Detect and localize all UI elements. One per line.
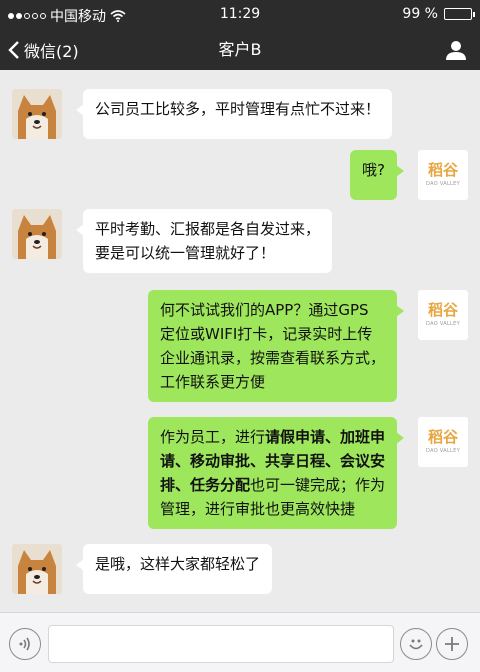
voice-icon bbox=[19, 637, 30, 651]
company-avatar[interactable]: 稻谷 DAO VALLEY bbox=[418, 417, 468, 467]
company-avatar[interactable]: 稻谷 DAO VALLEY bbox=[418, 290, 468, 340]
message-line: 请、移动审批、共享日程、会议安 bbox=[160, 449, 385, 473]
logo-subtext: DAO VALLEY bbox=[426, 448, 460, 454]
voice-button[interactable] bbox=[9, 628, 41, 660]
message-row: 哦? 稻谷 DAO VALLEY bbox=[350, 150, 468, 200]
message-line: 工作联系更方便 bbox=[159, 373, 265, 391]
message-input[interactable] bbox=[48, 625, 394, 663]
message-line: 排、任务分配也可一键完成；作为 bbox=[160, 473, 385, 497]
message-line: 要是可以统一管理就好了！ bbox=[95, 244, 276, 262]
battery-percent: 99 % bbox=[402, 6, 438, 22]
chat-title: 客户B bbox=[218, 40, 262, 59]
message-highlight: 请假申请、加班申 bbox=[264, 428, 385, 446]
profile-icon[interactable] bbox=[444, 38, 468, 62]
message-bubble[interactable]: 作为员工，进行请假申请、加班申 请、移动审批、共享日程、会议安 排、任务分配也可… bbox=[147, 417, 405, 529]
message-bubble[interactable]: 哦? bbox=[350, 150, 404, 200]
message-text: 管理，进行审批也更高效快捷 bbox=[159, 500, 355, 518]
status-right: 99 % bbox=[402, 6, 475, 22]
contact-avatar[interactable] bbox=[12, 544, 62, 594]
emoji-button[interactable] bbox=[400, 628, 432, 660]
contact-avatar[interactable] bbox=[12, 209, 62, 259]
status-bar: 中国移动 11:29 99 % bbox=[0, 0, 480, 30]
message-line: 定位或WIFI打卡，记录实时上传 bbox=[159, 325, 373, 343]
message-line: 何不试试我们的APP？通过GPS bbox=[159, 301, 369, 319]
logo-text: 稻谷 bbox=[427, 161, 458, 179]
message-line: 企业通讯录，按需查看联系方式， bbox=[159, 349, 385, 367]
message-bubble[interactable]: 公司员工比较多，平时管理有点忙不过来！ bbox=[75, 89, 393, 139]
message-text: 也可一键完成；作为 bbox=[249, 476, 385, 494]
shiba-dog-icon bbox=[12, 89, 62, 139]
shiba-dog-icon bbox=[12, 209, 62, 259]
message-row: 平时考勤、汇报都是各自发过来， 要是可以统一管理就好了！ bbox=[12, 209, 333, 273]
message-bubble[interactable]: 是哦，这样大家都轻松了 bbox=[75, 544, 273, 594]
logo-text: 稻谷 bbox=[427, 428, 458, 446]
message-text: 作为员工，进行 bbox=[159, 428, 265, 446]
message-highlight: 排、任务分配 bbox=[159, 476, 250, 494]
company-avatar[interactable]: 稻谷 DAO VALLEY bbox=[418, 150, 468, 200]
shiba-dog-icon bbox=[12, 544, 62, 594]
message-line: 管理，进行审批也更高效快捷 bbox=[160, 497, 385, 521]
input-bar bbox=[0, 612, 480, 672]
add-button[interactable] bbox=[436, 628, 468, 660]
chat-area[interactable]: 公司员工比较多，平时管理有点忙不过来！ 哦? 稻谷 DAO VALLEY 平时考… bbox=[0, 70, 480, 612]
message-line: 作为员工，进行请假申请、加班申 bbox=[160, 425, 385, 449]
battery-icon bbox=[444, 8, 475, 20]
message-row: 何不试试我们的APP？通过GPS 定位或WIFI打卡，记录实时上传 企业通讯录，… bbox=[147, 290, 468, 402]
nav-bar: 微信(2) 客户B bbox=[0, 30, 480, 70]
message-line: 平时考勤、汇报都是各自发过来， bbox=[95, 220, 321, 238]
contact-avatar[interactable] bbox=[12, 89, 62, 139]
logo-subtext: DAO VALLEY bbox=[426, 181, 460, 187]
message-bubble[interactable]: 何不试试我们的APP？通过GPS 定位或WIFI打卡，记录实时上传 企业通讯录，… bbox=[147, 290, 405, 402]
add-icon bbox=[445, 637, 459, 651]
message-row: 是哦，这样大家都轻松了 bbox=[12, 544, 273, 594]
message-row: 公司员工比较多，平时管理有点忙不过来！ bbox=[12, 89, 393, 139]
logo-text: 稻谷 bbox=[427, 301, 458, 319]
logo-subtext: DAO VALLEY bbox=[426, 321, 460, 327]
message-row: 作为员工，进行请假申请、加班申 请、移动审批、共享日程、会议安 排、任务分配也可… bbox=[147, 417, 468, 529]
message-bubble[interactable]: 平时考勤、汇报都是各自发过来， 要是可以统一管理就好了！ bbox=[75, 209, 333, 273]
message-highlight: 请、移动审批、共享日程、会议安 bbox=[159, 452, 385, 470]
emoji-icon bbox=[409, 639, 423, 650]
